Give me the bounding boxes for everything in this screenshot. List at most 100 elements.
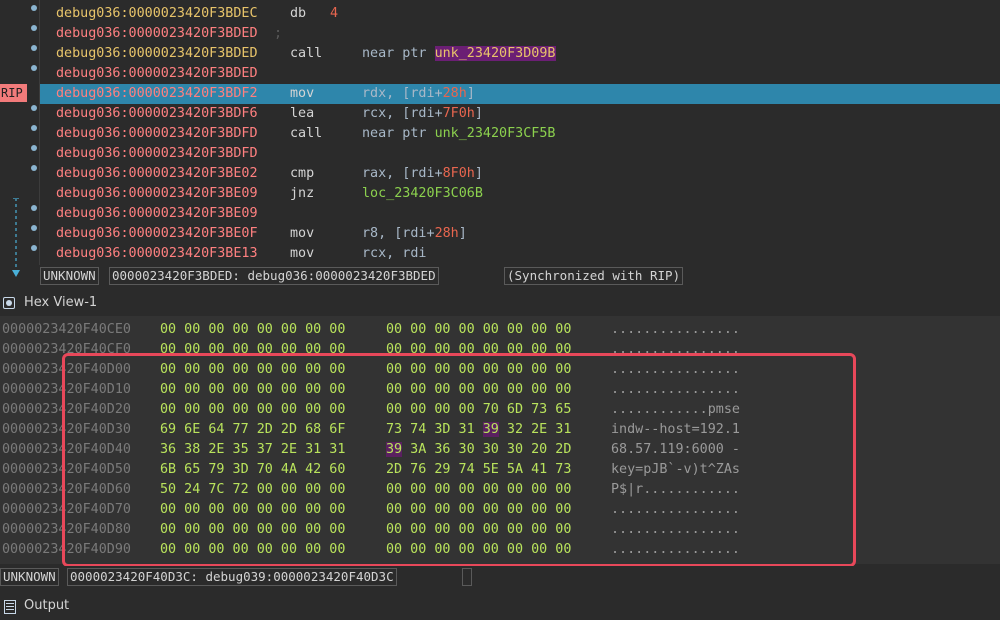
instruction-mnemonic: lea: [290, 106, 315, 121]
breakpoint-dot-icon[interactable]: [31, 5, 37, 11]
hex-bytes-first: 00 00 00 00 00 00 00 00: [160, 342, 346, 357]
disasm-line[interactable]: debug036:0000023420F3BE0F mov r8, [rdi+28h…: [40, 224, 1000, 244]
hex-bytes-first: 36 38 2E 35 37 2E 31 31: [160, 442, 346, 457]
hex-bytes-second: 00 00 00 00 00 00 00 00: [386, 322, 572, 337]
disasm-line[interactable]: debug036:0000023420F3BDFD: [40, 144, 1000, 164]
operand-bracket: ]: [474, 106, 483, 121]
operand-register: r8, [rdi+: [362, 226, 435, 241]
breakpoint-dot-icon[interactable]: [31, 25, 37, 31]
hex-row[interactable]: 0000023420F40D80 00 00 00 00 00 00 00 00 0…: [0, 520, 1000, 540]
hex-row-address: 0000023420F40D30: [2, 422, 131, 437]
hex-row[interactable]: 0000023420F40CF0 00 00 00 00 00 00 00 00 0…: [0, 340, 1000, 360]
instruction-operands: 4: [330, 4, 338, 24]
breakpoint-dot-icon[interactable]: [31, 245, 37, 251]
breakpoint-dot-icon[interactable]: [31, 65, 37, 71]
operand-register: rcx, [rdi+: [362, 106, 443, 121]
hex-row-address: 0000023420F40D10: [2, 382, 131, 397]
operand-register: rcx, rdi: [362, 246, 427, 261]
instruction-mnemonic: jnz: [290, 186, 315, 201]
instruction-address: debug036:0000023420F3BDED: [56, 46, 258, 61]
disasm-line[interactable]: debug036:0000023420F3BDED;: [40, 24, 1000, 44]
breakpoint-dot-icon[interactable]: [31, 145, 37, 151]
hex-ascii: key=pJB`-v)t^ZAs: [611, 462, 740, 477]
hex-row[interactable]: 0000023420F40D10 00 00 00 00 00 00 00 00 0…: [0, 380, 1000, 400]
hex-bytes-first: 50 24 7C 72 00 00 00 00: [160, 482, 346, 497]
breakpoint-dot-icon[interactable]: [31, 205, 37, 211]
hex-row[interactable]: 0000023420F40D20 00 00 00 00 00 00 00 00 0…: [0, 400, 1000, 420]
disasm-line[interactable]: debug036:0000023420F3BDEC db 4: [40, 4, 1000, 24]
location-label: 0000023420F3BDED: debug036:0000023420F3B…: [109, 267, 439, 285]
db-value: 4: [330, 6, 339, 21]
disasm-line[interactable]: debug036:0000023420F3BDF2 mov rdx, [rdi+28…: [40, 84, 1000, 104]
hex-row-address: 0000023420F40D40: [2, 442, 131, 457]
instruction-mnemonic: mov: [290, 226, 315, 241]
hex-row[interactable]: 0000023420F40D30 69 6E 64 77 2D 2D 68 6F 7…: [0, 420, 1000, 440]
hex-bytes-second: 00 00 00 00 00 00 00 00: [386, 502, 572, 517]
disasm-line[interactable]: debug036:0000023420F3BE09: [40, 204, 1000, 224]
disasm-line[interactable]: debug036:0000023420F3BDED call near ptr un…: [40, 44, 1000, 64]
rip-marker: RIP: [0, 84, 27, 102]
hex-segment-label: UNKNOWN: [0, 568, 59, 586]
hex-row[interactable]: 0000023420F40CE0 00 00 00 00 00 00 00 00 0…: [0, 320, 1000, 340]
hex-bytes-second: 00 00 00 00 00 00 00 00: [386, 542, 572, 557]
hex-bytes-second: 00 00 00 00 70 6D 73 65: [386, 402, 572, 417]
hex-bytes-first: 00 00 00 00 00 00 00 00: [160, 522, 346, 537]
hex-row-address: 0000023420F40D90: [2, 542, 131, 557]
hex-bytes-second: 39 3A 36 30 30 30 20 2D: [386, 440, 571, 460]
hex-bytes-part: 73 74 3D 31: [386, 422, 483, 437]
disasm-line[interactable]: debug036:0000023420F3BE09 jnz loc_23420F3C…: [40, 184, 1000, 204]
jump-target-link[interactable]: loc_23420F3C06B: [362, 186, 483, 201]
breakpoint-dot-icon[interactable]: [31, 45, 37, 51]
hex-bytes-second: 00 00 00 00 00 00 00 00: [386, 342, 572, 357]
hex-ascii: ............pmse: [611, 402, 740, 417]
hex-bytes-first: 00 00 00 00 00 00 00 00: [160, 382, 346, 397]
hex-bytes-second: 73 74 3D 31 39 32 2E 31: [386, 420, 571, 440]
hex-ascii: ................: [611, 542, 740, 557]
call-target-link[interactable]: unk_23420F3D09B: [434, 46, 556, 61]
hex-row[interactable]: 0000023420F40D70 00 00 00 00 00 00 00 00 0…: [0, 500, 1000, 520]
hex-row-address: 0000023420F40D50: [2, 462, 131, 477]
hex-row[interactable]: 0000023420F40D50 6B 65 79 3D 70 4A 42 60 2…: [0, 460, 1000, 480]
instruction-address: debug036:0000023420F3BDEC: [56, 6, 258, 21]
disassembly-view[interactable]: RIP debug036:0000023420F3BDEC db 4 debug036…: [0, 0, 1000, 277]
hex-byte-highlighted: 39: [386, 442, 403, 457]
output-icon: [4, 600, 16, 614]
disasm-line[interactable]: debug036:0000023420F3BE13 mov rcx, rdi: [40, 244, 1000, 264]
disassembly-status-bar: UNKNOWN 0000023420F3BDED: debug036:00000…: [40, 265, 1000, 285]
output-tab[interactable]: Output: [0, 594, 1000, 620]
hex-ascii: indw--host=192.1: [611, 422, 740, 437]
instruction-address: debug036:0000023420F3BE0F: [56, 226, 258, 241]
operand-bracket: ]: [466, 86, 475, 101]
breakpoint-dot-icon[interactable]: [31, 105, 37, 111]
operand-offset: 28h: [434, 226, 459, 241]
hex-bytes-first: 00 00 00 00 00 00 00 00: [160, 362, 346, 377]
hex-view-tab[interactable]: Hex View-1: [0, 292, 1000, 314]
breakpoint-gutter[interactable]: RIP: [0, 0, 40, 277]
hex-bytes-part: 32 2E 31: [498, 422, 572, 437]
hex-bytes-first: 00 00 00 00 00 00 00 00: [160, 542, 346, 557]
instruction-mnemonic: mov: [290, 86, 315, 101]
instruction-address: debug036:0000023420F3BDF2: [56, 86, 258, 101]
instruction-mnemonic: call: [290, 46, 323, 61]
breakpoint-dot-icon[interactable]: [31, 165, 37, 171]
disasm-line[interactable]: debug036:0000023420F3BDFD call near ptr un…: [40, 124, 1000, 144]
hex-row[interactable]: 0000023420F40D90 00 00 00 00 00 00 00 00 0…: [0, 540, 1000, 560]
operand-prefix: near ptr: [362, 126, 435, 141]
hex-view[interactable]: 0000023420F40CE0 00 00 00 00 00 00 00 00 0…: [0, 316, 1000, 564]
hex-row[interactable]: 0000023420F40D40 36 38 2E 35 37 2E 31 31 3…: [0, 440, 1000, 460]
operand-bracket: ]: [474, 166, 483, 181]
hex-bytes-first: 69 6E 64 77 2D 2D 68 6F: [160, 422, 346, 437]
hex-bytes-second: 00 00 00 00 00 00 00 00: [386, 382, 572, 397]
breakpoint-dot-icon[interactable]: [31, 125, 37, 131]
operand-prefix: near ptr: [362, 46, 435, 61]
disasm-line[interactable]: debug036:0000023420F3BDF6 lea rcx, [rdi+7F…: [40, 104, 1000, 124]
hex-bytes-first: 6B 65 79 3D 70 4A 42 60: [160, 462, 346, 477]
breakpoint-dot-icon[interactable]: [31, 225, 37, 231]
hex-row[interactable]: 0000023420F40D60 50 24 7C 72 00 00 00 00 0…: [0, 480, 1000, 500]
hex-bytes-part: 3A 36 30 30 30 20 2D: [402, 442, 572, 457]
disasm-line[interactable]: debug036:0000023420F3BE02 cmp rax, [rdi+8F…: [40, 164, 1000, 184]
hex-row[interactable]: 0000023420F40D00 00 00 00 00 00 00 00 00 0…: [0, 360, 1000, 380]
call-target-link[interactable]: unk_23420F3CF5B: [435, 126, 556, 141]
instruction-operands: rax, [rdi+8F0h]: [362, 164, 483, 184]
disasm-line[interactable]: debug036:0000023420F3BDED: [40, 64, 1000, 84]
